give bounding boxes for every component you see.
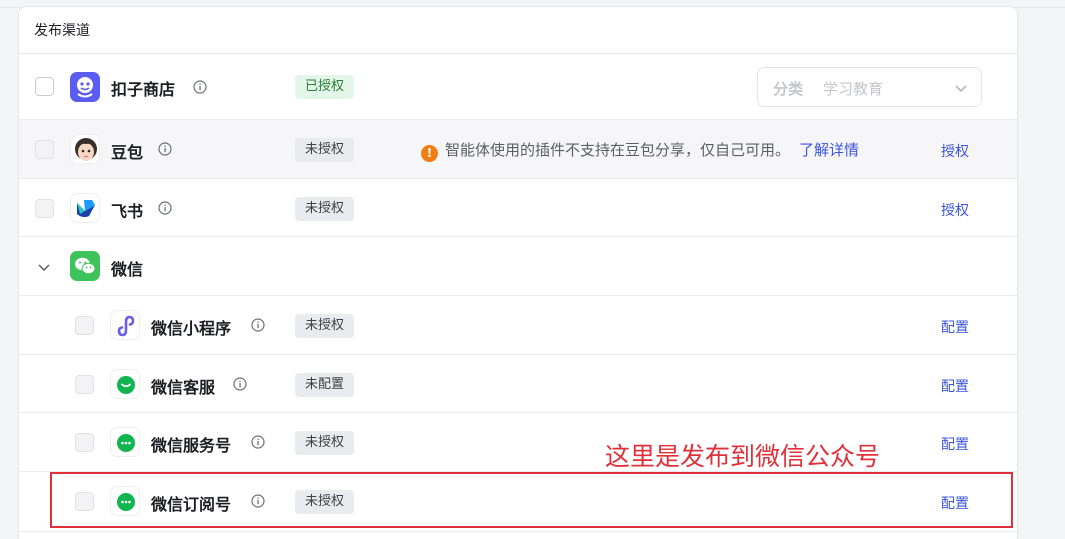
learn-more-link[interactable]: 了解详情 bbox=[799, 141, 859, 159]
kouzi-logo-icon bbox=[70, 72, 100, 102]
channel-row-doubao: 豆包 未授权 ! 智能体使用的插件不支持在豆包分享，仅自己可用。 了解详情 授权 bbox=[19, 120, 1017, 179]
mini-program-checkbox[interactable] bbox=[75, 316, 94, 335]
doubao-name: 豆包 bbox=[111, 143, 144, 162]
channel-row-kouzi: 扣子商店 已授权 分类 学习教育 bbox=[19, 54, 1017, 120]
doubao-authorize-button[interactable]: 授权 bbox=[941, 141, 969, 161]
mini-program-icon bbox=[110, 310, 140, 340]
info-icon[interactable] bbox=[158, 201, 172, 215]
feishu-authorize-button[interactable]: 授权 bbox=[941, 200, 969, 220]
feishu-checkbox[interactable] bbox=[35, 199, 54, 218]
mini-program-config-button[interactable]: 配置 bbox=[941, 317, 969, 337]
kouzi-checkbox[interactable] bbox=[35, 77, 54, 96]
category-value: 学习教育 bbox=[823, 80, 884, 98]
doubao-checkbox[interactable] bbox=[35, 140, 54, 159]
warning-icon: ! bbox=[421, 145, 438, 162]
customer-service-name: 微信客服 bbox=[151, 378, 216, 397]
info-icon[interactable] bbox=[158, 142, 172, 156]
annotation-highlight-box bbox=[50, 472, 1013, 528]
kouzi-name: 扣子商店 bbox=[111, 80, 176, 99]
service-account-icon bbox=[110, 427, 140, 457]
feishu-status-badge: 未授权 bbox=[295, 197, 355, 221]
doubao-status-badge: 未授权 bbox=[295, 138, 355, 162]
service-account-config-button[interactable]: 配置 bbox=[941, 434, 969, 454]
chevron-down-icon[interactable] bbox=[36, 259, 52, 275]
channel-row-feishu: 飞书 未授权 授权 bbox=[19, 179, 1017, 237]
panel-title: 发布渠道 bbox=[19, 7, 1017, 54]
doubao-notice-text: 智能体使用的插件不支持在豆包分享，仅自己可用。 bbox=[445, 141, 791, 159]
category-select[interactable]: 分类 学习教育 bbox=[757, 67, 982, 107]
wechat-logo-icon bbox=[70, 251, 100, 281]
info-icon[interactable] bbox=[193, 80, 207, 94]
kouzi-status-badge: 已授权 bbox=[295, 75, 355, 99]
info-icon[interactable] bbox=[251, 435, 265, 449]
wechat-name: 微信 bbox=[111, 260, 144, 279]
channel-row-mini-program: 微信小程序 未授权 配置 bbox=[19, 296, 1017, 355]
feishu-logo-icon bbox=[70, 193, 100, 223]
info-icon[interactable] bbox=[251, 318, 265, 332]
service-account-status-badge: 未授权 bbox=[295, 431, 355, 455]
service-account-name: 微信服务号 bbox=[151, 436, 232, 455]
info-icon[interactable] bbox=[233, 377, 247, 391]
customer-service-config-button[interactable]: 配置 bbox=[941, 376, 969, 396]
mini-program-status-badge: 未授权 bbox=[295, 314, 355, 338]
channel-row-customer-service: 微信客服 未配置 配置 bbox=[19, 355, 1017, 413]
feishu-name: 飞书 bbox=[111, 202, 144, 221]
doubao-notice: ! 智能体使用的插件不支持在豆包分享，仅自己可用。 了解详情 bbox=[421, 139, 859, 162]
annotation-text: 这里是发布到微信公众号 bbox=[605, 442, 881, 471]
category-label: 分类 bbox=[773, 80, 804, 98]
customer-service-status-badge: 未配置 bbox=[295, 373, 355, 397]
channel-group-wechat[interactable]: 微信 bbox=[19, 237, 1017, 296]
chevron-down-icon bbox=[955, 85, 967, 93]
doubao-avatar-icon bbox=[70, 134, 100, 164]
customer-service-checkbox[interactable] bbox=[75, 375, 94, 394]
customer-service-icon bbox=[110, 369, 140, 399]
mini-program-name: 微信小程序 bbox=[151, 319, 232, 338]
service-account-checkbox[interactable] bbox=[75, 433, 94, 452]
